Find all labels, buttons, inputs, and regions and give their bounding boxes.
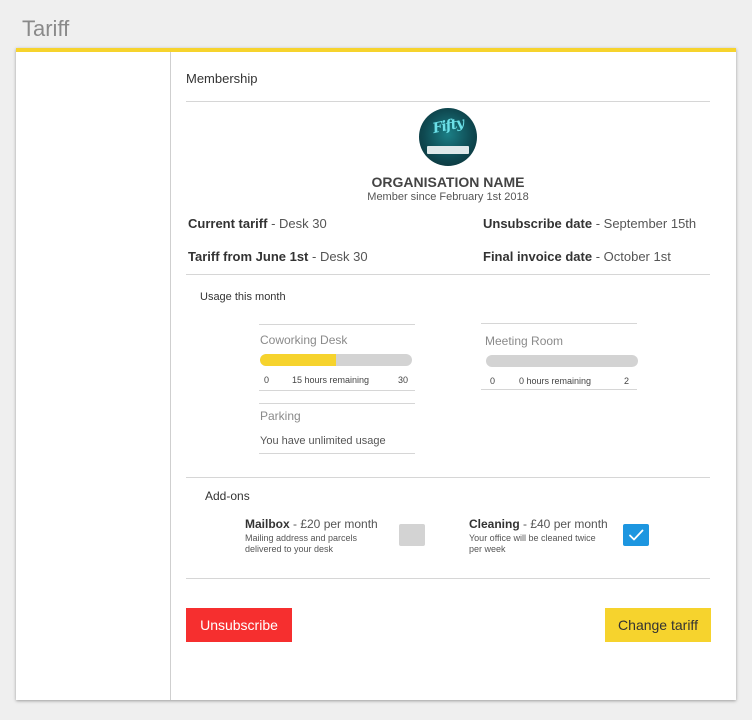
unsubscribe-date: Unsubscribe date - September 15th bbox=[483, 216, 696, 231]
membership-heading: Membership bbox=[186, 71, 258, 86]
parking-usage-text: You have unlimited usage bbox=[260, 435, 386, 447]
divider bbox=[186, 101, 710, 102]
tariff-from-value: - Desk 30 bbox=[308, 249, 368, 264]
meeting-usage-bar bbox=[486, 355, 638, 367]
mailbox-name: Mailbox bbox=[245, 517, 290, 531]
divider bbox=[481, 323, 637, 324]
divider bbox=[259, 453, 415, 454]
cleaning-description: Your office will be cleaned twice per we… bbox=[469, 533, 596, 554]
member-since: Member since February 1st 2018 bbox=[367, 191, 529, 203]
usage-heading: Usage this month bbox=[200, 291, 286, 303]
divider bbox=[259, 324, 415, 325]
mailbox-addon: Mailbox - £20 per month bbox=[245, 517, 378, 531]
current-tariff-value: - Desk 30 bbox=[267, 216, 327, 231]
final-invoice-date: Final invoice date - October 1st bbox=[483, 249, 671, 264]
tariff-from-label: Tariff from June 1st bbox=[188, 249, 309, 264]
coworking-remaining: 15 hours remaining bbox=[292, 375, 370, 385]
coworking-usage-bar bbox=[260, 354, 412, 366]
logo-text: Fifty bbox=[431, 114, 465, 138]
mailbox-checkbox[interactable] bbox=[399, 524, 425, 546]
organisation-name: ORGANISATION NAME bbox=[371, 174, 525, 190]
addons-heading: Add-ons bbox=[205, 489, 250, 503]
divider bbox=[259, 403, 415, 404]
logo-band bbox=[427, 146, 469, 154]
check-icon bbox=[629, 529, 644, 541]
tariff-card: Membership Fifty ORGANISATION NAME Membe… bbox=[16, 48, 736, 700]
divider bbox=[259, 390, 415, 391]
divider bbox=[186, 578, 710, 579]
meeting-remaining: 0 hours remaining bbox=[519, 376, 592, 386]
unsubscribe-date-value: - September 15th bbox=[592, 216, 697, 231]
coworking-usage-fill bbox=[260, 354, 336, 366]
meeting-room-label: Meeting Room bbox=[485, 334, 564, 348]
coworking-min: 0 bbox=[264, 375, 270, 385]
divider bbox=[186, 274, 710, 275]
cleaning-price: - £40 per month bbox=[519, 517, 608, 531]
page-title: Tariff bbox=[22, 16, 70, 41]
cleaning-name: Cleaning bbox=[469, 517, 520, 531]
coworking-desk-label: Coworking Desk bbox=[260, 333, 348, 347]
final-invoice-label: Final invoice date bbox=[483, 249, 593, 264]
organisation-avatar: Fifty bbox=[419, 108, 477, 166]
meeting-max: 2 bbox=[624, 376, 630, 386]
change-tariff-button[interactable]: Change tariff bbox=[605, 608, 711, 642]
parking-label: Parking bbox=[260, 409, 301, 423]
divider bbox=[186, 477, 710, 478]
main-panel: Membership Fifty ORGANISATION NAME Membe… bbox=[186, 52, 711, 700]
current-tariff-label: Current tariff bbox=[188, 216, 268, 231]
divider bbox=[481, 389, 637, 390]
cleaning-addon: Cleaning - £40 per month bbox=[469, 517, 608, 531]
mailbox-description: Mailing address and parcels delivered to… bbox=[245, 533, 358, 554]
final-invoice-value: - October 1st bbox=[592, 249, 671, 264]
cleaning-checkbox[interactable] bbox=[623, 524, 649, 546]
coworking-max: 30 bbox=[398, 375, 409, 385]
unsubscribe-date-label: Unsubscribe date bbox=[483, 216, 593, 231]
meeting-min: 0 bbox=[490, 376, 496, 386]
mailbox-price: - £20 per month bbox=[289, 517, 378, 531]
tariff-from: Tariff from June 1st - Desk 30 bbox=[188, 249, 368, 264]
sidebar bbox=[16, 52, 171, 700]
current-tariff: Current tariff - Desk 30 bbox=[188, 216, 327, 231]
unsubscribe-button[interactable]: Unsubscribe bbox=[186, 608, 292, 642]
